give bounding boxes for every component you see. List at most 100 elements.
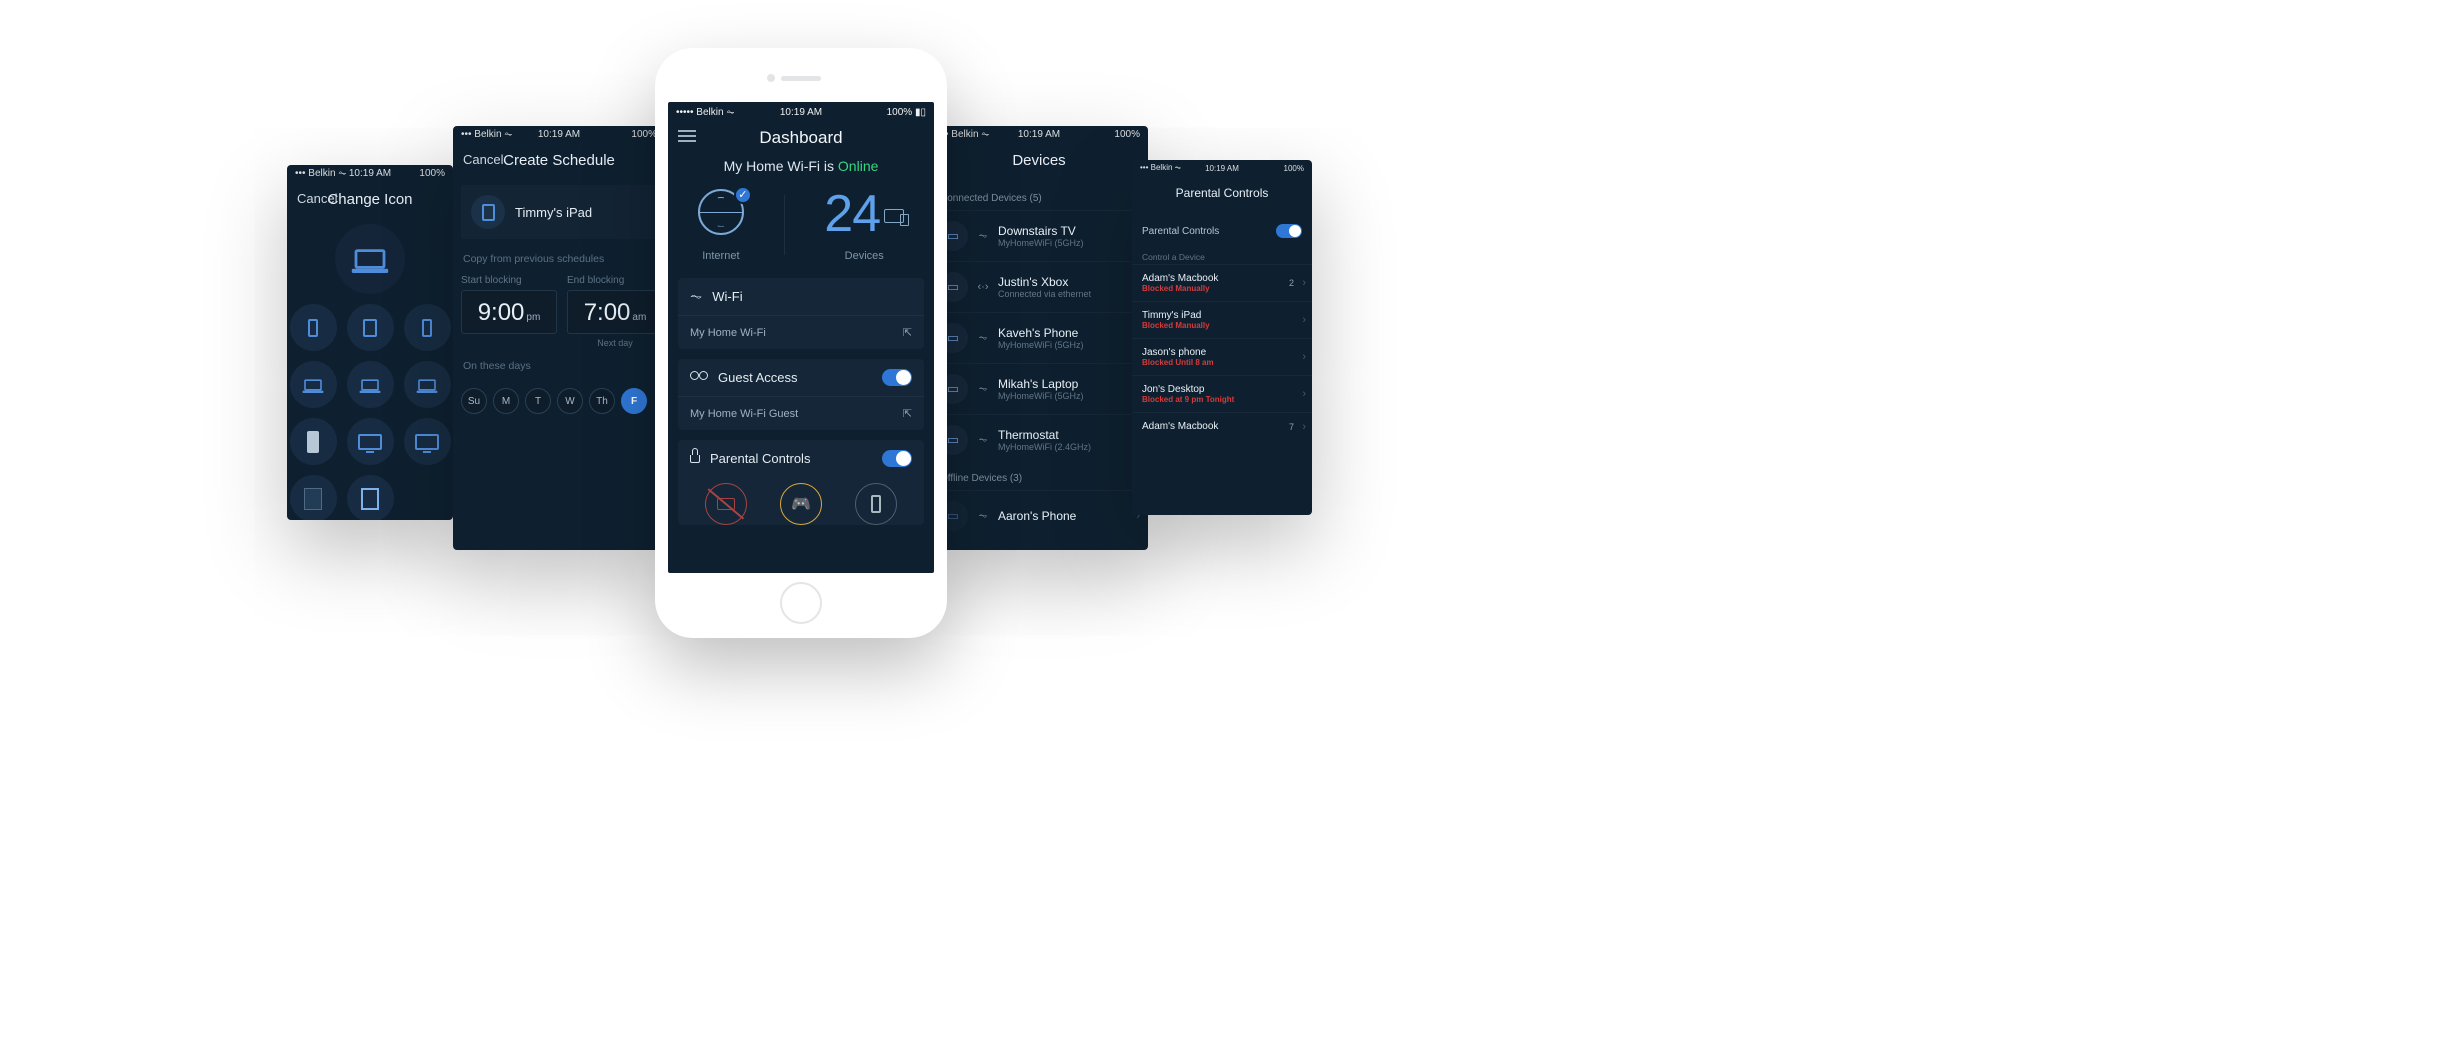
start-time-input[interactable]: 9:00pm <box>461 290 557 334</box>
icon-option-tablet[interactable] <box>347 304 394 351</box>
parental-device-row[interactable]: Adam's MacbookBlocked Manually2› <box>1132 264 1312 301</box>
device-name: Aaron's Phone <box>998 509 1076 523</box>
phone-icon <box>308 319 318 337</box>
device-icon-badge <box>471 195 505 229</box>
device-row[interactable]: ▭⏦ThermostatMyHomeWiFi (2.4GHz)› <box>930 414 1148 465</box>
clock: 10:19 AM <box>538 129 580 140</box>
carrier-label: ••• Belkin ⏦ <box>1140 163 1181 173</box>
icon-option-laptop-3[interactable] <box>404 361 451 408</box>
phone-frame: ••••• Belkin ⏦ 10:19 AM 100% ▮▯ Dashboar… <box>655 48 947 638</box>
wifi-icon: ⏦ <box>976 383 990 396</box>
home-button[interactable] <box>780 582 822 624</box>
devices-label: Devices <box>824 250 904 262</box>
wifi-label: Wi-Fi <box>712 289 742 304</box>
cancel-button[interactable]: Cancel <box>297 191 337 206</box>
icon-option-phone[interactable] <box>290 304 337 351</box>
paper-icon <box>304 488 322 510</box>
status-bar: ••• Belkin ⏦ 10:19 AM 100% <box>453 126 665 142</box>
start-label: Start blocking <box>461 275 557 286</box>
parental-device-row[interactable]: Timmy's iPadBlocked Manually› <box>1132 301 1312 338</box>
selected-icon-hero <box>335 224 405 294</box>
day-pill-m[interactable]: M <box>493 388 519 414</box>
phone-camera <box>767 74 775 82</box>
blocked-device-ring[interactable] <box>705 483 747 525</box>
guest-access-row[interactable]: Guest Access <box>678 359 924 396</box>
cancel-button[interactable]: Cancel <box>463 152 503 167</box>
icon-option-tower[interactable] <box>290 418 337 465</box>
icon-option-laptop-2[interactable] <box>347 361 394 408</box>
phone-speaker <box>781 76 821 81</box>
laptop-icon <box>304 379 322 390</box>
battery-label: 100% <box>1114 129 1140 140</box>
device-name: Timmy's iPad <box>515 205 592 220</box>
scheduled-device-ring[interactable]: 🎮 <box>780 483 822 525</box>
day-pill-t[interactable]: T <box>525 388 551 414</box>
chevron-right-icon: › <box>1302 351 1306 363</box>
parental-controls-toggle[interactable] <box>882 450 912 467</box>
clock: 10:19 AM <box>1018 129 1060 140</box>
pc-toggle-label: Parental Controls <box>1142 226 1219 237</box>
icon-option-tv[interactable] <box>347 418 394 465</box>
parental-device-row[interactable]: Jon's DesktopBlocked at 9 pm Tonight› <box>1132 375 1312 412</box>
parental-device-row[interactable]: Jason's phoneBlocked Until 8 am› <box>1132 338 1312 375</box>
wifi-row[interactable]: ⏦Wi-Fi <box>678 278 924 315</box>
carrier-label: ••• Belkin ⏦ <box>461 129 512 140</box>
status-bar: ••• Belkin ⏦ 10:19 AM 100% <box>930 126 1148 142</box>
chevron-right-icon: › <box>1302 314 1306 326</box>
status-bar: ••• Belkin ⏦ 10:19 AM 100% <box>1132 160 1312 176</box>
parental-controls-panel: Parental Controls 🎮 <box>678 440 924 525</box>
icon-option-paper[interactable] <box>290 475 337 520</box>
device-row[interactable]: ▭‹·›Justin's XboxConnected via ethernet› <box>930 261 1148 312</box>
copy-schedules-button[interactable]: Copy from previous schedules <box>453 247 665 275</box>
guest-access-toggle[interactable] <box>882 369 912 386</box>
parental-controls-row[interactable]: Parental Controls <box>678 440 924 477</box>
screen-change-icon: ••• Belkin ⏦ 10:19 AM 100% Cancel Change… <box>287 165 453 520</box>
icon-option-frame[interactable] <box>347 475 394 520</box>
tablet-icon <box>482 204 495 221</box>
day-pill-su[interactable]: Su <box>461 388 487 414</box>
device-row[interactable]: ▭⏦Mikah's LaptopMyHomeWiFi (5GHz)› <box>930 363 1148 414</box>
parental-devices-row: 🎮 <box>678 477 924 525</box>
laptop-icon <box>355 249 386 269</box>
status-bar: ••••• Belkin ⏦ 10:19 AM 100% ▮▯ <box>668 102 934 120</box>
device-name: Kaveh's Phone <box>998 326 1084 340</box>
device-row-offline[interactable]: ▭ ⏦ Aaron's Phone › <box>930 490 1148 541</box>
guest-icon <box>690 371 708 385</box>
icon-option-laptop[interactable] <box>290 361 337 408</box>
end-time-input[interactable]: 7:00am <box>567 290 663 334</box>
device-name: Jon's Desktop <box>1142 384 1302 395</box>
menu-button[interactable] <box>678 130 696 142</box>
device-name: Justin's Xbox <box>998 275 1091 289</box>
wifi-icon: ⏦ <box>976 230 990 243</box>
connected-header: Connected Devices (5) <box>930 185 1148 210</box>
device-row[interactable]: ▭⏦Downstairs TVMyHomeWiFi (5GHz)› <box>930 210 1148 261</box>
online-status: Online <box>838 158 878 174</box>
device-row[interactable]: ▭⏦Kaveh's PhoneMyHomeWiFi (5GHz)› <box>930 312 1148 363</box>
chevron-right-icon: › <box>1302 421 1306 433</box>
internet-tile[interactable]: ✓ Internet <box>698 189 744 262</box>
devices-tile[interactable]: 24 Devices <box>824 188 904 262</box>
device-sub: MyHomeWiFi (5GHz) <box>998 238 1084 248</box>
device-row[interactable]: Timmy's iPad <box>461 185 657 239</box>
share-icon[interactable]: ⇱ <box>903 326 912 339</box>
chevron-right-icon: › <box>1302 388 1306 400</box>
battery-label: 100% <box>1284 164 1304 173</box>
parental-controls-toggle[interactable] <box>1276 224 1302 238</box>
wifi-network-row[interactable]: My Home Wi-Fi ⇱ <box>678 315 924 349</box>
page-title: Dashboard <box>759 128 842 147</box>
page-title: Change Icon <box>327 191 412 208</box>
wifi-icon: ⏦ <box>976 434 990 447</box>
day-pill-f[interactable]: F <box>621 388 647 414</box>
battery-label: 100% <box>631 129 657 140</box>
device-ring[interactable] <box>855 483 897 525</box>
day-pill-w[interactable]: W <box>557 388 583 414</box>
day-pill-th[interactable]: Th <box>589 388 615 414</box>
laptop-icon <box>418 379 436 390</box>
icon-option-monitor[interactable] <box>404 418 451 465</box>
parental-device-row[interactable]: Adam's Macbook7› <box>1132 412 1312 440</box>
icon-option-device[interactable] <box>404 304 451 351</box>
guest-network-row[interactable]: My Home Wi-Fi Guest ⇱ <box>678 396 924 430</box>
check-badge-icon: ✓ <box>734 186 752 204</box>
end-ampm: am <box>632 312 646 323</box>
share-icon[interactable]: ⇱ <box>903 407 912 420</box>
